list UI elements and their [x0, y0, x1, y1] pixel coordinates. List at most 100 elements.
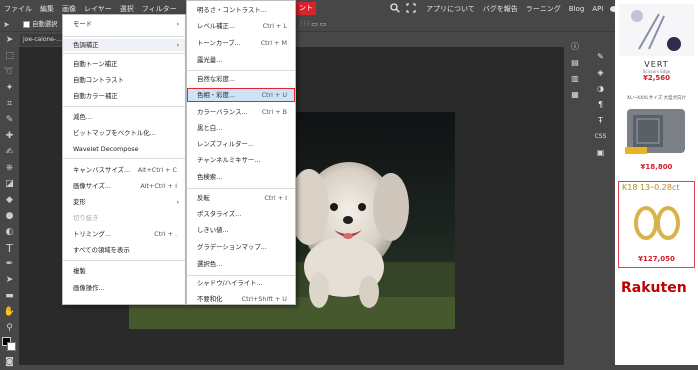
color-swatches[interactable] [0, 336, 19, 354]
menu-divider [63, 106, 185, 107]
shape-tool-icon[interactable]: ▬ [0, 288, 19, 304]
search-icon[interactable] [386, 3, 404, 15]
menu-item-hue-saturation[interactable]: 色相・彩度... Ctrl + U [187, 88, 295, 102]
menu-item-trim[interactable]: トリミング... Ctrl + . [63, 228, 185, 240]
lasso-tool-icon[interactable]: ➰ [0, 64, 19, 80]
menu-divider [63, 53, 185, 54]
crop-tool-icon[interactable]: ⌗ [0, 96, 19, 112]
menu-item-duplicate[interactable]: 複製 [63, 265, 185, 277]
menu-item-gradient-map[interactable]: グラデーションマップ... [187, 241, 295, 253]
menu-blog[interactable]: Blog [565, 5, 588, 13]
magic-wand-icon[interactable]: ✦ [0, 80, 19, 96]
info-icon[interactable]: ⓘ [564, 38, 586, 54]
menu-item-mode[interactable]: モード › [63, 18, 185, 30]
align-icons[interactable]: ⫶⫶⫶▭▭ [300, 20, 328, 29]
menu-item-transform[interactable]: 変形 › [63, 196, 185, 208]
marquee-tool-icon[interactable]: ⬚ [0, 48, 19, 64]
menu-divider [63, 158, 185, 159]
menu-item-auto-tone[interactable]: 自動トーン補正 [63, 58, 185, 70]
menu-item-adjustments[interactable]: 色調補正 › [63, 39, 185, 51]
adjustments-submenu: 明るさ・コントラスト... レベル補正... Ctrl + L トーンカーブ...… [186, 0, 296, 305]
ad-product-1[interactable]: VERT Scissors Edge ¥2,560 [619, 4, 694, 92]
hand-tool-icon[interactable]: ✋ [0, 304, 19, 320]
auto-select-label: 自動選択 [32, 20, 58, 28]
menu-item-exposure[interactable]: 露光量... [187, 54, 295, 66]
scissors-image [619, 4, 694, 56]
image-panel-icon[interactable]: ▣ [586, 144, 615, 160]
auto-select-checkbox[interactable] [23, 21, 30, 28]
ad-product-3-price: ¥127,050 [638, 255, 675, 263]
move-tool-option-icon: ➤ [3, 20, 10, 29]
menu-item-wavelet[interactable]: Wavelet Decompose [63, 143, 185, 155]
menu-item-levels[interactable]: レベル補正... Ctrl + L [187, 20, 295, 32]
ad-product-3[interactable]: K18 13ｰ0.28ct ¥127,050 [618, 181, 695, 268]
menu-item-image-size[interactable]: 画像サイズ... Alt+Ctrl + I [63, 180, 185, 192]
menu-item-image-operations[interactable]: 画像操作... [63, 282, 185, 294]
clone-stamp-icon[interactable]: ⎈ [0, 160, 19, 176]
quick-mask-icon[interactable]: ◙ [0, 354, 19, 370]
menu-api[interactable]: API [588, 5, 607, 13]
menu-item-desaturate[interactable]: 不要和化 Ctrl+Shift + U [187, 294, 295, 304]
menu-about[interactable]: アプリについて [422, 4, 479, 14]
document-tab[interactable]: joe-caione-… [20, 34, 66, 46]
menu-item-vibrance[interactable]: 自然な彩度... [187, 73, 295, 85]
menu-item-reduce-colors[interactable]: 減色... [63, 111, 185, 123]
menu-item-reveal-all[interactable]: すべての領域を表示 [63, 244, 185, 256]
pen-tool-icon[interactable]: ✒ [0, 256, 19, 272]
menu-edit[interactable]: 編集 [36, 0, 58, 18]
menu-item-vectorize[interactable]: ビットマップをベクトル化... [63, 127, 185, 139]
fill-tool-icon[interactable]: ◆ [0, 192, 19, 208]
menu-item-channel-mixer[interactable]: チャンネルミキサー... [187, 154, 295, 166]
menu-item-black-white[interactable]: 黒と白... [187, 122, 295, 134]
layers-panel-icon[interactable]: ▤ [564, 54, 586, 70]
brush-tool-icon[interactable]: ✍ [0, 144, 19, 160]
adjust-icon[interactable]: ◑ [586, 80, 615, 96]
history-icon[interactable]: ▥ [564, 70, 586, 86]
menu-file[interactable]: ファイル [0, 0, 36, 18]
stack-icon[interactable]: ◈ [586, 64, 615, 80]
eyedropper-icon[interactable]: ✎ [0, 112, 19, 128]
path-select-icon[interactable]: ➤ [0, 272, 19, 288]
eraser-icon[interactable]: ◪ [0, 176, 19, 192]
rakuten-logo[interactable]: Rakuten [621, 280, 687, 296]
ad-product-1-brand: VERT [644, 60, 669, 69]
menu-item-color-balance[interactable]: カラーバランス... Ctrl + B [187, 106, 295, 118]
menu-item-curves[interactable]: トーンカーブ... Ctrl + M [187, 37, 295, 49]
menu-item-selective-color[interactable]: 選択色... [187, 258, 295, 270]
menu-item-invert[interactable]: 反転 Ctrl + I [187, 192, 295, 204]
image-menu: モード › 色調補正 › 自動トーン補正 自動コントラスト 自動カラー補正 減色..… [62, 14, 186, 305]
menu-divider [63, 36, 185, 37]
blur-tool-icon[interactable]: ● [0, 208, 19, 224]
background-color[interactable] [7, 342, 16, 351]
ad-panel[interactable]: VERT Scissors Edge ¥2,560 XL〜XXXLサイズ 大型犬… [615, 0, 698, 365]
menu-divider [187, 275, 295, 276]
menu-item-threshold[interactable]: しきい値... [187, 224, 295, 236]
menu-item-canvas-size[interactable]: キャンバスサイズ... Alt+Ctrl + C [63, 164, 185, 176]
ad-product-2[interactable]: XL〜XXXLサイズ 大型犬向け ¥18,800 [619, 95, 694, 180]
move-tool-icon[interactable]: ➤ [0, 32, 19, 48]
menu-learning[interactable]: ラーニング [522, 4, 565, 14]
character-icon[interactable]: Ŧ [586, 112, 615, 128]
menu-item-auto-contrast[interactable]: 自動コントラスト [63, 74, 185, 86]
swatches-icon[interactable]: ▦ [564, 86, 586, 102]
menu-item-shadows-highlights[interactable]: シャドウ/ハイライト... [187, 277, 295, 289]
brush-settings-icon[interactable]: ✎ [586, 48, 615, 64]
menu-item-brightness-contrast[interactable]: 明るさ・コントラスト... [187, 4, 295, 16]
dodge-tool-icon[interactable]: ◐ [0, 224, 19, 240]
menu-divider [187, 70, 295, 71]
fullscreen-icon[interactable] [404, 3, 422, 15]
menu-report-bug[interactable]: バグを報告 [479, 4, 522, 14]
menubar-right: アプリについて バグを報告 ラーニング Blog API [386, 0, 649, 18]
text-tool-icon[interactable]: T [0, 240, 19, 256]
panel-strip-a: ⓘ ▤ ▥ ▦ [564, 32, 586, 365]
ad-product-2-price: ¥18,800 [640, 163, 673, 171]
healing-tool-icon[interactable]: ✚ [0, 128, 19, 144]
red-tab[interactable]: ント [296, 2, 316, 15]
zoom-tool-icon[interactable]: ⚲ [0, 320, 19, 336]
css-icon[interactable]: CSS [586, 128, 615, 144]
menu-item-color-lookup[interactable]: 色検索... [187, 171, 295, 183]
menu-item-auto-color[interactable]: 自動カラー補正 [63, 90, 185, 102]
menu-item-posterize[interactable]: ポスタライズ... [187, 208, 295, 220]
menu-item-lens-filter[interactable]: レンズフィルター... [187, 138, 295, 150]
paragraph-icon[interactable]: ¶ [586, 96, 615, 112]
